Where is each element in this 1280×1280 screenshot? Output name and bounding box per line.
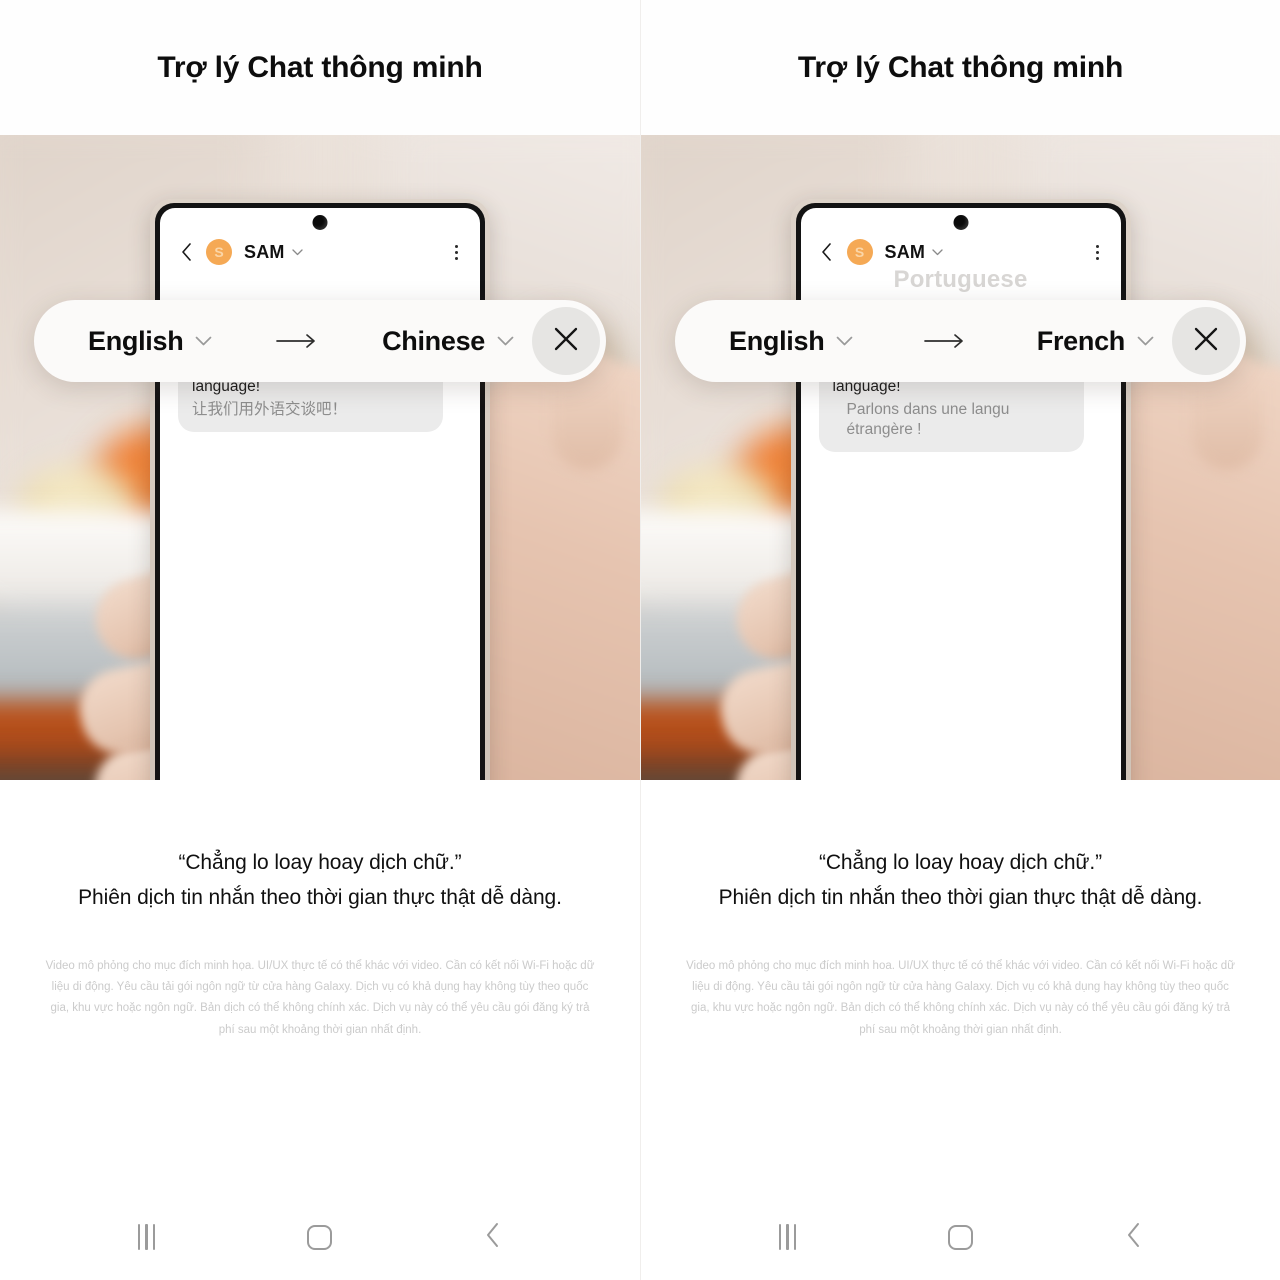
chevron-down-icon[interactable]: [1137, 336, 1154, 347]
page-title: Trợ lý Chat thông minh: [797, 50, 1124, 84]
chevron-left-icon[interactable]: [176, 242, 196, 262]
translation-pill: English Chinese: [34, 300, 606, 382]
recents-icon: [778, 1224, 797, 1250]
phone-screen: S SAM Portuguese Let's: [800, 208, 1121, 780]
avatar[interactable]: S: [846, 239, 873, 265]
contact-name: SAM: [244, 241, 285, 262]
back-button[interactable]: [1099, 1212, 1169, 1262]
phone-device: S SAM Let's have a tal: [150, 199, 490, 780]
source-language-selector[interactable]: English: [729, 326, 853, 357]
back-chevron-icon: [485, 1222, 501, 1253]
page-title: Trợ lý Chat thông minh: [157, 50, 483, 84]
target-language-selector[interactable]: French: [1037, 326, 1154, 357]
target-language-label: Chinese: [382, 325, 485, 356]
kebab-menu-icon[interactable]: [451, 241, 462, 264]
comparison-page: Trợ lý Chat thông minh S SAM language! 让…: [0, 0, 1280, 1280]
phone-screen: S SAM Let's have a tal: [160, 208, 480, 780]
chevron-down-icon[interactable]: [291, 248, 303, 256]
chevron-left-icon[interactable]: [817, 242, 837, 262]
avatar-letter: S: [854, 244, 865, 260]
close-x-icon: [1192, 325, 1220, 358]
caption-quote: “Chẳng lo loay hoay dịch chữ.”: [178, 851, 462, 874]
recents-button[interactable]: [112, 1212, 182, 1262]
disclaimer-text: Video mô phỏng cho mục đích minh hoa. UI…: [686, 959, 1235, 1036]
caption-block: “Chẳng lo loay hoay dịch chữ.” Phiên dịc…: [0, 780, 640, 914]
front-camera-icon: [953, 215, 968, 230]
recents-icon: [137, 1224, 156, 1250]
panel-left: Trợ lý Chat thông minh S SAM language! 让…: [0, 0, 640, 1280]
home-button[interactable]: [926, 1212, 996, 1262]
chevron-down-icon[interactable]: [836, 336, 853, 347]
target-language-selector[interactable]: Chinese: [382, 326, 514, 357]
home-square-icon: [948, 1224, 973, 1250]
recents-button[interactable]: [753, 1212, 823, 1262]
back-chevron-icon: [1126, 1222, 1142, 1253]
system-navigation-bar: [0, 1194, 640, 1280]
panel-heading: Trợ lý Chat thông minh: [0, 0, 640, 135]
chevron-down-icon[interactable]: [932, 248, 943, 256]
home-square-icon: [307, 1224, 333, 1250]
kebab-menu-icon[interactable]: [1092, 241, 1103, 264]
contact-name: SAM: [884, 241, 926, 262]
hero-media: S SAM Portuguese Let's: [641, 135, 1280, 780]
close-x-icon: [552, 325, 580, 358]
phone-device: S SAM Portuguese Let's: [790, 199, 1131, 780]
close-translation-button[interactable]: [1172, 307, 1240, 375]
disclaimer-text: Video mô phỏng cho mục đích minh họa. UI…: [45, 959, 595, 1036]
panel-heading: Trợ lý Chat thông minh: [641, 0, 1280, 135]
back-button[interactable]: [458, 1212, 528, 1262]
chevron-down-icon[interactable]: [195, 336, 212, 347]
arrow-right-icon: [212, 333, 382, 349]
target-language-label: French: [1036, 325, 1126, 356]
translation-pill: English French: [675, 300, 1246, 382]
system-navigation-bar: [641, 1194, 1280, 1280]
phone-bezel: S SAM Portuguese Let's: [795, 203, 1126, 780]
chevron-down-icon[interactable]: [497, 336, 514, 347]
caption-subtitle: Phiên dịch tin nhắn theo thời gian thực …: [78, 886, 562, 910]
source-language-label: English: [729, 325, 825, 356]
avatar-letter: S: [214, 244, 224, 260]
avatar[interactable]: S: [206, 239, 232, 265]
caption-block: “Chẳng lo loay hoay dịch chữ.” Phiên dịc…: [641, 780, 1280, 914]
caption-subtitle: Phiên dịch tin nhắn theo thời gian thực …: [718, 886, 1203, 910]
source-language-label: English: [88, 325, 184, 356]
source-language-selector[interactable]: English: [88, 326, 212, 357]
hero-media: S SAM Let's have a tal: [0, 135, 640, 780]
close-translation-button[interactable]: [532, 307, 600, 375]
caption-quote: “Chẳng lo loay hoay dịch chữ.”: [818, 851, 1103, 874]
front-camera-icon: [312, 215, 328, 230]
phone-bezel: S SAM Let's have a tal: [155, 203, 485, 780]
panel-right: Trợ lý Chat thông minh S SAM Portuguese …: [640, 0, 1280, 1280]
home-button[interactable]: [285, 1212, 355, 1262]
arrow-right-icon: [853, 333, 1036, 349]
bubble-translated-text: 让我们用外语交谈吧！: [192, 400, 348, 418]
bubble-translated-text: Parlons dans une langu étrangère !: [846, 400, 1010, 438]
